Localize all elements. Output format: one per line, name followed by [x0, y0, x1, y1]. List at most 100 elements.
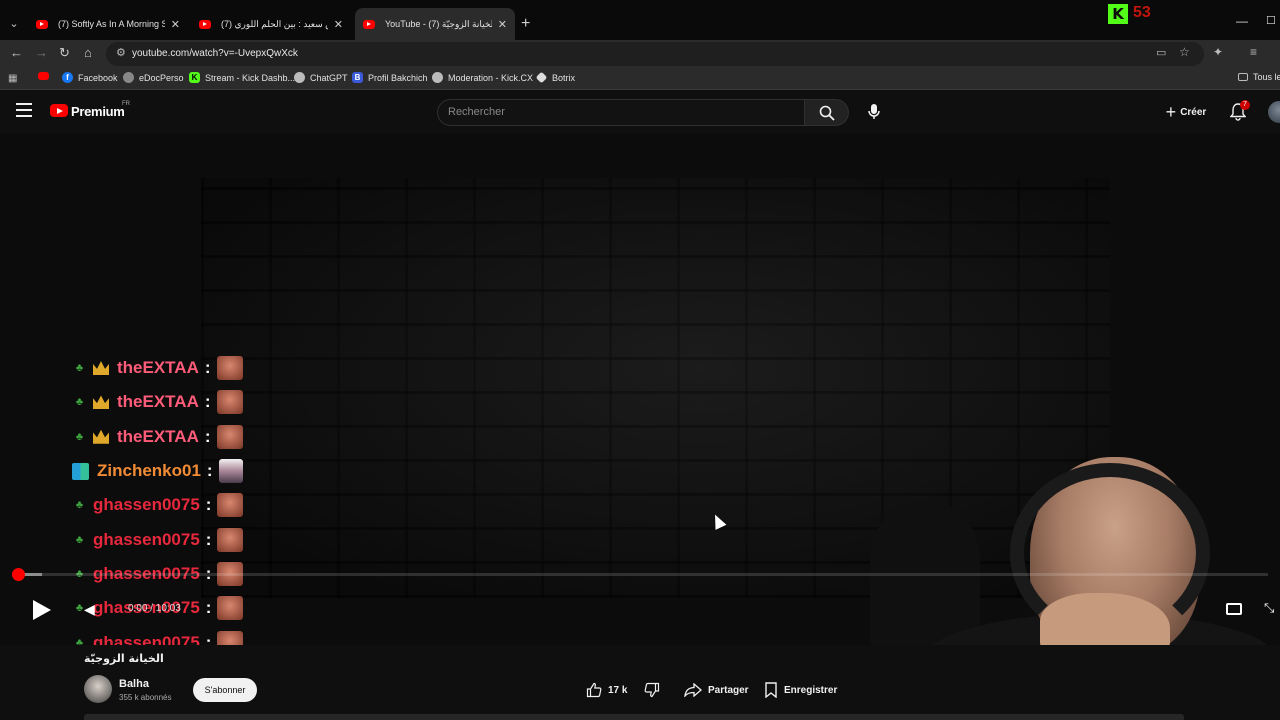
home-icon[interactable]: ⌂ — [84, 45, 92, 60]
browser-toolbar: ← → ↻ ⌂ ⚙ youtube.com/watch?v=-UvepxQwXc… — [0, 40, 1280, 68]
chat-emote — [217, 527, 244, 552]
subscriber-count: 355 k abonnés — [119, 693, 172, 702]
streamer-webcam-overlay — [860, 443, 1280, 645]
bookmark-label: Botrix — [552, 72, 576, 83]
reload-icon[interactable]: ↻ — [59, 45, 70, 61]
youtube-logo-icon[interactable] — [50, 104, 68, 117]
tab-close-icon[interactable]: ✕ — [334, 18, 343, 31]
folder-icon — [1238, 73, 1248, 81]
voice-search-button[interactable] — [860, 98, 888, 126]
search-input[interactable]: Rechercher — [437, 99, 805, 126]
chat-username: theEXTAA — [117, 426, 199, 446]
browser-tab-3-active[interactable]: YouTube - (7) الخيانة الزوجيّة ✕ — [355, 8, 515, 40]
search-button[interactable] — [805, 99, 849, 126]
create-button[interactable]: + Créer — [1156, 99, 1216, 125]
chat-username: ghassen0075 — [93, 632, 200, 645]
bookmark-chatgpt[interactable]: ChatGPT — [294, 72, 348, 83]
chat-message: ♣ ghassen0075: — [72, 591, 372, 625]
dislike-button[interactable] — [636, 677, 668, 703]
chat-emote — [218, 459, 243, 484]
kick-logo-icon: K — [1108, 4, 1128, 24]
progress-scrubber-knob[interactable] — [12, 568, 25, 581]
extensions-puzzle-icon[interactable]: ✦ — [1213, 45, 1223, 59]
subtitles-icon[interactable] — [1226, 603, 1242, 615]
bookmark-label: Tous le — [1253, 72, 1280, 82]
play-icon[interactable] — [33, 600, 51, 620]
chat-separator: : — [204, 392, 211, 412]
tab-label: (7) قيس سعيد : بين الحلم اللوري — [221, 18, 328, 29]
progress-bar[interactable] — [12, 568, 1268, 581]
bookmark-youtube[interactable] — [38, 72, 54, 80]
share-arrow-icon — [684, 683, 702, 697]
tab-close-icon[interactable]: ✕ — [498, 18, 507, 31]
window-maximize-icon[interactable]: ☐ — [1266, 14, 1276, 27]
bookmark-star-icon[interactable]: ☆ — [1179, 45, 1190, 59]
chat-separator: : — [204, 426, 211, 446]
bookmark-edocperso[interactable]: eDocPerso — [123, 72, 184, 83]
chat-emote — [217, 596, 244, 621]
video-title: الخيانة الزوجيّة — [84, 652, 164, 665]
account-avatar[interactable] — [1268, 101, 1280, 123]
volume-icon[interactable]: ◀ — [84, 601, 95, 618]
bookmark-profil-bakchich[interactable]: B Profil Bakchich — [352, 72, 428, 83]
address-bar[interactable]: ⚙ youtube.com/watch?v=-UvepxQwXck ▭ ☆ — [106, 42, 1204, 66]
bookmark-facebook[interactable]: f Facebook — [62, 72, 118, 83]
bookmarks-bar: ▦ f Facebook eDocPerso K Stream - Kick D… — [0, 68, 1280, 90]
kick-viewer-count: 53 — [1133, 4, 1151, 21]
chat-separator: : — [204, 358, 211, 378]
chat-separator: : — [206, 461, 213, 481]
like-count: 17 k — [608, 684, 628, 696]
youtube-premium-wordmark[interactable]: Premium — [71, 104, 125, 119]
bookmark-botrix[interactable]: Botrix — [535, 71, 576, 84]
chat-emote — [216, 424, 243, 449]
window-minimize-icon[interactable]: — — [1236, 14, 1248, 28]
chat-emote — [216, 390, 243, 415]
leaf-badge-icon: ♣ — [75, 362, 84, 375]
chat-username: theEXTAA — [117, 358, 199, 378]
facebook-icon: f — [62, 72, 73, 83]
bookmark-label: Moderation - Kick.CX — [448, 72, 534, 83]
bookmark-kick-dashboard[interactable]: K Stream - Kick Dashb... — [189, 72, 295, 83]
bookmark-label: eDocPerso — [139, 72, 184, 83]
install-app-icon[interactable]: ▭ — [1156, 46, 1166, 59]
chat-username: Zinchenko01 — [97, 461, 201, 481]
country-code: FR — [122, 101, 130, 107]
tab-close-icon[interactable]: ✕ — [171, 18, 180, 31]
menu-hamburger-icon[interactable] — [16, 103, 32, 117]
chat-username: ghassen0075 — [93, 495, 200, 515]
bookmark-moderation-kickcx[interactable]: Moderation - Kick.CX — [432, 72, 533, 83]
tab-label: YouTube - (7) الخيانة الزوجيّة — [385, 18, 492, 29]
leaf-badge-icon: ♣ — [75, 499, 84, 512]
bookmark-label: Profil Bakchich — [368, 72, 428, 83]
tab-search-chevron-icon[interactable]: ⌄ — [4, 14, 24, 34]
site-info-icon[interactable]: ⚙ — [116, 46, 126, 59]
fullscreen-icon[interactable]: ⤡ — [1264, 600, 1274, 616]
time-display: 0:00 / 10:03 — [128, 603, 181, 614]
all-bookmarks-folder[interactable]: Tous le — [1238, 72, 1280, 82]
kick-icon: K — [189, 72, 200, 83]
description-box-edge — [84, 714, 1184, 720]
browser-tab-1[interactable]: (7) Softly As In A Morning Sunr ✕ — [28, 8, 188, 40]
chat-message: ♣ ghassen0075: — [72, 488, 372, 522]
channel-name[interactable]: Balha — [119, 678, 149, 690]
chat-separator: : — [205, 632, 212, 645]
new-tab-plus-icon[interactable]: + — [521, 15, 530, 33]
like-button[interactable]: 17 k — [578, 677, 636, 703]
apps-grid-icon[interactable]: ▦ — [8, 73, 17, 84]
back-arrow-icon[interactable]: ← — [10, 45, 23, 60]
share-button[interactable]: Partager — [676, 677, 757, 703]
chat-message: ♣ ghassen0075: — [72, 522, 372, 556]
create-label: Créer — [1180, 106, 1207, 118]
channel-avatar[interactable] — [84, 675, 112, 703]
reading-list-icon[interactable]: ≡ — [1250, 45, 1257, 59]
subscriber-badge-icon — [72, 462, 89, 480]
video-player[interactable]: ♣ theEXTAA: ♣ theEXTAA: ♣ theEXTAA: Zinchenko0… — [0, 133, 1280, 645]
notification-count-badge: 7 — [1240, 100, 1250, 110]
save-button[interactable]: Enregistrer — [756, 677, 846, 703]
browser-tab-2[interactable]: (7) قيس سعيد : بين الحلم اللوري ✕ — [191, 8, 351, 40]
leaf-badge-icon: ♣ — [75, 602, 84, 615]
forward-arrow-icon[interactable]: → — [35, 45, 48, 60]
subscribe-button[interactable]: S'abonner — [193, 678, 257, 702]
share-label: Partager — [708, 684, 749, 696]
search-placeholder: Rechercher — [448, 106, 505, 118]
